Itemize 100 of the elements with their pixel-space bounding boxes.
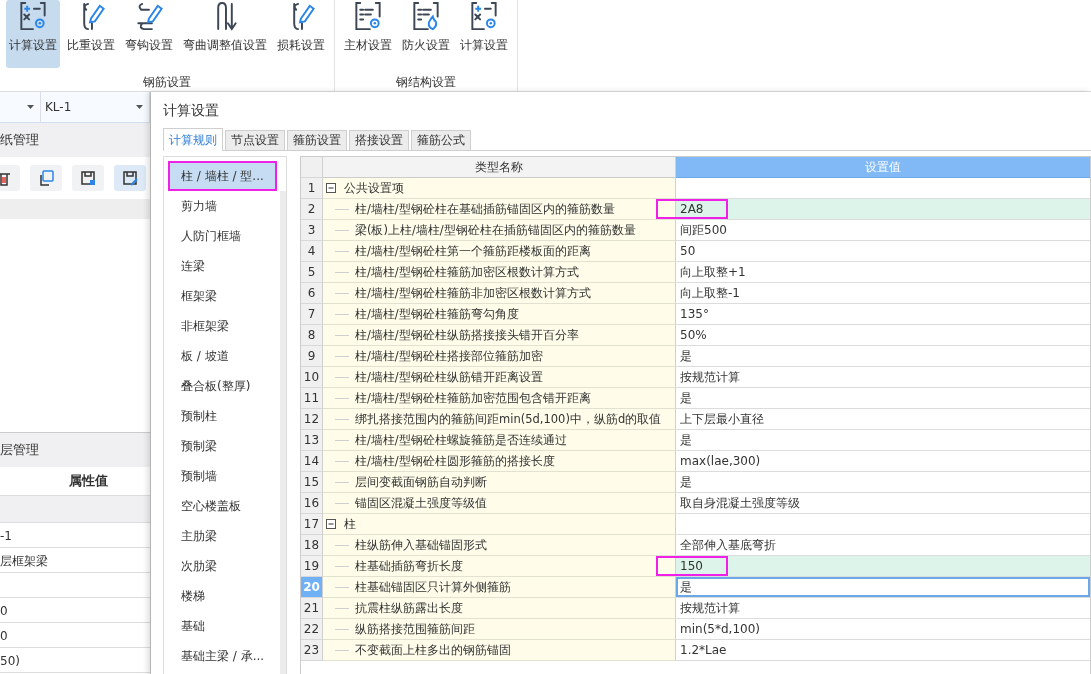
table-cell: 0 [0,600,150,623]
caret-icon [136,105,143,109]
list-item[interactable]: 基础主梁 / 承... [168,641,277,671]
setting-name: 梁(板)上柱/墙柱/型钢砼柱在插筋锚固区内的箍筋数量 [355,222,636,238]
list-item[interactable]: 预制墙 [168,461,277,491]
ribbon-button[interactable]: 弯曲调整值设置 [180,0,270,68]
toolbar-button[interactable] [72,165,104,191]
setting-name: 柱基础插筋弯折长度 [355,558,463,574]
row-number: 15 [301,472,323,493]
list-item[interactable]: 连梁 [168,251,277,281]
table-cell: 取自身混凝土强度等级 [676,493,1090,514]
table-cell: 50) [0,650,150,673]
group-label: 钢结构设置 [396,74,456,91]
list-item[interactable]: 框架梁 [168,281,277,311]
row-number: 20 [301,577,323,598]
column-header: 类型名称 [323,157,676,178]
setting-name: 柱/墙柱/型钢砼柱箍筋加密范围包含错开距离 [355,390,591,406]
row-number: 5 [301,262,323,283]
row-number: 19 [301,556,323,577]
row-number: 22 [301,619,323,640]
setting-name: 绑扎搭接范围内的箍筋间距min(5d,100)中，纵筋d的取值 [355,411,662,427]
table-cell: -1 [0,525,150,548]
section-header: 层管理 [0,433,150,467]
list-item[interactable]: 叠合板(整厚) [168,371,277,401]
save-edit-icon [121,169,139,187]
list-item[interactable]: 基础 [168,611,277,641]
row-number: 7 [301,304,323,325]
setting-name: 柱/墙柱/型钢砼柱搭接部位箍筋加密 [355,348,543,364]
row-number: 9 [301,346,323,367]
save-icon [79,169,97,187]
setting-name: 柱/墙柱/型钢砼柱第一个箍筋距楼板面的距离 [355,243,591,259]
toolbar-button[interactable] [114,165,146,191]
list-item[interactable]: 预制梁 [168,431,277,461]
table-cell: 是 [676,577,1090,598]
table-cell: 0 [0,625,150,648]
section-header: 纸管理 [0,123,150,157]
table-cell: 全部伸入基底弯折 [676,535,1090,556]
tab[interactable]: 节点设置 [225,130,285,150]
group-label: 钢筋设置 [143,74,191,91]
table-cell: 层框架梁 [0,550,150,573]
caret-icon [27,105,34,109]
row-number: 18 [301,535,323,556]
column-header: 设置值 [676,157,1090,178]
group-label: 公共设置项 [344,180,404,196]
row-number: 3 [301,220,323,241]
setting-name: 层间变截面钢筋自动判断 [355,474,487,490]
toolbar-button[interactable] [30,165,62,191]
setting-name: 柱/墙柱/型钢砼柱箍筋非加密区根数计算方式 [355,285,591,301]
tab[interactable]: 搭接设置 [349,130,409,150]
setting-name: 抗震柱纵筋露出长度 [355,600,463,616]
row-number: 11 [301,388,323,409]
setting-name: 柱/墙柱/型钢砼柱螺旋箍筋是否连续通过 [355,432,567,448]
list-item[interactable]: 主肋梁 [168,521,277,551]
dialog-title: 计算设置 [163,102,219,118]
row-number: 13 [301,430,323,451]
scrollbar[interactable] [280,191,286,674]
setting-name: 柱/墙柱/型钢砼柱箍筋弯勾角度 [355,306,519,322]
row-number: 6 [301,283,323,304]
setting-name: 不变截面上柱多出的钢筋锚固 [355,642,511,658]
copy-icon [37,169,55,187]
ribbon-button[interactable]: 计算设置 [6,0,60,68]
ribbon-button[interactable]: 主材设置 [341,0,395,68]
list-item[interactable]: 人防门框墙 [168,221,277,251]
list-item[interactable]: 非框架梁 [168,311,277,341]
list-item[interactable]: 剪力墙 [168,191,277,221]
row-number: 23 [301,640,323,661]
setting-name: 柱/墙柱/型钢砼柱纵筋搭接接头错开百分率 [355,327,579,343]
row-number: 12 [301,409,323,430]
row-number: 8 [301,325,323,346]
row-number: 21 [301,598,323,619]
list-item[interactable]: 楼梯 [168,581,277,611]
setting-name: 柱/墙柱/型钢砼柱纵筋错开距离设置 [355,369,543,385]
row-number: 16 [301,493,323,514]
list-item[interactable]: 预制柱 [168,401,277,431]
row-number: 1 [301,178,323,199]
tab[interactable]: 计算规则 [163,128,223,151]
ribbon-button[interactable]: 防火设置 [399,0,453,68]
tab[interactable]: 箍筋设置 [287,130,347,150]
collapse-icon[interactable] [326,519,336,529]
list-item[interactable]: 柱 / 墙柱 / 型... [168,161,277,191]
setting-name: 纵筋搭接范围箍筋间距 [355,621,475,637]
setting-name: 柱/墙柱/型钢砼柱在基础插筋锚固区内的箍筋数量 [355,201,615,217]
ribbon-button[interactable]: 损耗设置 [274,0,328,68]
ribbon-button[interactable]: 弯钩设置 [122,0,176,68]
group-label: 柱 [344,516,356,532]
setting-name: 柱纵筋伸入基础锚固形式 [355,537,487,553]
list-item[interactable]: 空心楼盖板 [168,491,277,521]
row-number: 4 [301,241,323,262]
setting-name: 锚固区混凝土强度等级值 [355,495,487,511]
tab[interactable]: 箍筋公式 [411,130,471,150]
list-item[interactable]: 板 / 坡道 [168,341,277,371]
row-number: 2 [301,199,323,220]
setting-name: 柱/墙柱/型钢砼柱箍筋加密区根数计算方式 [355,264,579,280]
list-item[interactable]: 次肋梁 [168,551,277,581]
ribbon-button[interactable]: 比重设置 [64,0,118,68]
setting-name: 柱基础锚固区只计算外侧箍筋 [355,579,511,595]
row-number: 10 [301,367,323,388]
ribbon-button[interactable]: 计算设置 [457,0,511,68]
collapse-icon[interactable] [326,183,336,193]
row-number: 14 [301,451,323,472]
